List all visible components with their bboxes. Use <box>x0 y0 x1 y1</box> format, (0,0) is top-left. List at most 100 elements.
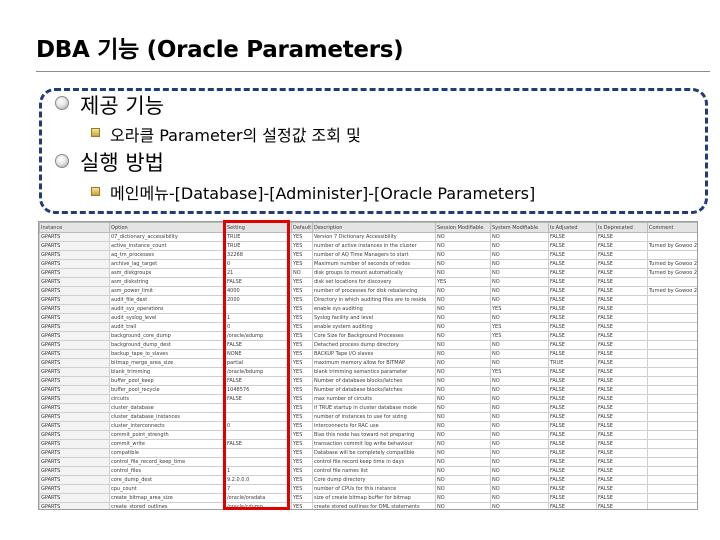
table-row[interactable]: GPARTS buffer_pool_keep FALSE YES Number of … <box>39 376 697 386</box>
table-row[interactable]: GPARTS background_dump_dest FALSE YES Detach… <box>39 340 697 350</box>
table-cell: FALSE <box>548 304 597 314</box>
table-cell: NO <box>490 232 549 242</box>
table-cell: NO <box>435 466 491 476</box>
table-cell: control_files <box>109 466 226 476</box>
table-cell: FALSE <box>548 430 597 440</box>
table-cell: YES <box>291 502 313 509</box>
table-cell: aq_tm_processes <box>109 250 226 260</box>
table-cell: FALSE <box>596 367 648 377</box>
table-cell: NO <box>435 448 491 458</box>
table-cell: YES <box>291 412 313 422</box>
table-row[interactable]: GPARTS control_file_record_keep_time YES co… <box>39 457 697 467</box>
table-cell: GPARTS <box>39 466 110 476</box>
table-row[interactable]: GPARTS audit_file_dest 2000 YES Directory in… <box>39 295 697 305</box>
table-row[interactable]: GPARTS bitmap_merge_area_size partial YES ma… <box>39 358 697 368</box>
table-cell: GPARTS <box>39 457 110 467</box>
column-header[interactable]: Comment <box>647 222 697 233</box>
table-cell: NO <box>490 286 549 296</box>
table-cell: FALSE <box>548 475 597 485</box>
table-row[interactable]: GPARTS commit_point_strength YES Bias this … <box>39 430 697 440</box>
table-cell: NO <box>435 322 491 332</box>
column-header[interactable]: Is Deprecated <box>596 222 648 233</box>
table-row[interactable]: GPARTS asm_diskgroups 21 NO disk groups to m… <box>39 268 697 278</box>
table-row[interactable]: GPARTS audit_trail 0 YES enable system audit… <box>39 322 697 332</box>
table-cell: GPARTS <box>39 394 110 404</box>
column-header[interactable]: Description <box>312 222 436 233</box>
table-cell: GPARTS <box>39 376 110 386</box>
table-row[interactable]: GPARTS blank_trimming/oracle/bdump YES blan… <box>39 367 697 377</box>
parameters-grid[interactable]: Instance Option Setting Default Description S… <box>38 221 698 510</box>
table-cell: FALSE <box>548 457 597 467</box>
table-cell: YES <box>291 322 313 332</box>
table-cell: YES <box>291 457 313 467</box>
table-row[interactable]: GPARTS commit_write FALSE YES transaction co… <box>39 439 697 449</box>
table-row[interactable]: GPARTS cluster_database YES if TRUE startup… <box>39 403 697 413</box>
table-cell: audit_syslog_level <box>109 313 226 323</box>
table-row[interactable]: GPARTS circuits FALSE YES max number of circ… <box>39 394 697 404</box>
column-header[interactable]: Is Adjusted <box>548 222 597 233</box>
table-cell: YES <box>291 340 313 350</box>
table-row[interactable]: GPARTS backup_tape_io_slaves NONE YES BACKUP… <box>39 349 697 359</box>
table-cell: FALSE <box>596 448 648 458</box>
table-row[interactable]: GPARTS aq_tm_processes 32268 YES number of A… <box>39 250 697 260</box>
table-row[interactable]: GPARTS create_stored_outlines/oracle/cdum… <box>39 502 697 509</box>
table-cell: control file record keep time in days <box>312 457 436 467</box>
table-row[interactable]: GPARTS background_core_dump/oracle/adump Y… <box>39 331 697 341</box>
table-row[interactable]: GPARTS cpu_count 7 YES number of CPUs for th… <box>39 484 697 494</box>
table-row[interactable]: GPARTS create_bitmap_area_size/oracle/ora… <box>39 493 697 503</box>
table-cell: FALSE <box>596 403 648 413</box>
table-cell: FALSE <box>596 313 648 323</box>
table-cell: YES <box>291 430 313 440</box>
table-cell: control file names list <box>312 466 436 476</box>
table-cell: FALSE <box>548 502 597 509</box>
table-cell: FALSE <box>596 340 648 350</box>
table-row[interactable]: GPARTS cluster_interconnects 0 YES interconn… <box>39 421 697 431</box>
table-cell: buffer_pool_keep <box>109 376 226 386</box>
table-cell <box>647 367 697 377</box>
table-cell <box>647 349 697 359</box>
table-cell: NO <box>435 412 491 422</box>
table-row[interactable]: GPARTS buffer_pool_recycle 1048576 YES Numbe… <box>39 385 697 395</box>
table-row[interactable]: GPARTS asm_diskstring FALSE YES disk set loc… <box>39 277 697 287</box>
table-cell: interconnects for RAC use <box>312 421 436 431</box>
table-cell: GPARTS <box>39 403 110 413</box>
table-cell: create stored outlines for DML statement… <box>312 502 436 509</box>
table-cell: cluster_database <box>109 403 226 413</box>
table-row[interactable]: GPARTS 07_dictionary_accessibility TRUE YES… <box>39 232 697 242</box>
table-cell: asm_power_limit <box>109 286 226 296</box>
table-cell: FALSE <box>548 241 597 251</box>
table-cell: YES <box>291 376 313 386</box>
table-row[interactable]: GPARTS asm_power_limit 4000 YES number of pr… <box>39 286 697 296</box>
column-header[interactable]: Session Modifiable <box>435 222 491 233</box>
table-row[interactable]: GPARTS audit_syslog_level 1 YES Syslog facil… <box>39 313 697 323</box>
table-row[interactable]: GPARTS core_dump_dest 9.2.0.0.0 YES Core dum… <box>39 475 697 485</box>
table-cell: YES <box>291 331 313 341</box>
table-row[interactable]: GPARTS control_files 1 YES control file name… <box>39 466 697 476</box>
table-row[interactable]: GPARTS active_instance_count TRUE YES number… <box>39 241 697 251</box>
table-cell: GPARTS <box>39 241 110 251</box>
column-header[interactable]: Instance <box>39 222 110 233</box>
table-cell <box>647 250 697 260</box>
table-cell: NO <box>490 268 549 278</box>
table-cell: core_dump_dest <box>109 475 226 485</box>
table-cell: GPARTS <box>39 340 110 350</box>
table-cell <box>647 448 697 458</box>
table-row[interactable]: GPARTS compatible YES Database will be comp… <box>39 448 697 458</box>
column-header[interactable]: Option <box>109 222 226 233</box>
table-cell: Directory in which auditing files are to… <box>312 295 436 305</box>
table-cell: NO <box>435 358 491 368</box>
table-cell: NO <box>490 484 549 494</box>
table-cell: FALSE <box>548 340 597 350</box>
table-cell: active_instance_count <box>109 241 226 251</box>
column-header[interactable]: Default <box>291 222 313 233</box>
table-row[interactable]: GPARTS cluster_database_instances YES numbe… <box>39 412 697 422</box>
table-cell: control_file_record_keep_time <box>109 457 226 467</box>
table-row[interactable]: GPARTS audit_sys_operations YES enable sys … <box>39 304 697 314</box>
table-cell <box>647 340 697 350</box>
column-header[interactable]: System Modifiable <box>490 222 549 233</box>
table-cell: YES <box>490 331 549 341</box>
slide-title: DBA 기능 (Oracle Parameters) <box>36 37 404 63</box>
table-cell: FALSE <box>548 331 597 341</box>
table-row[interactable]: GPARTS archive_lag_target 0 YES Maximum numb… <box>39 259 697 269</box>
table-cell <box>647 484 697 494</box>
